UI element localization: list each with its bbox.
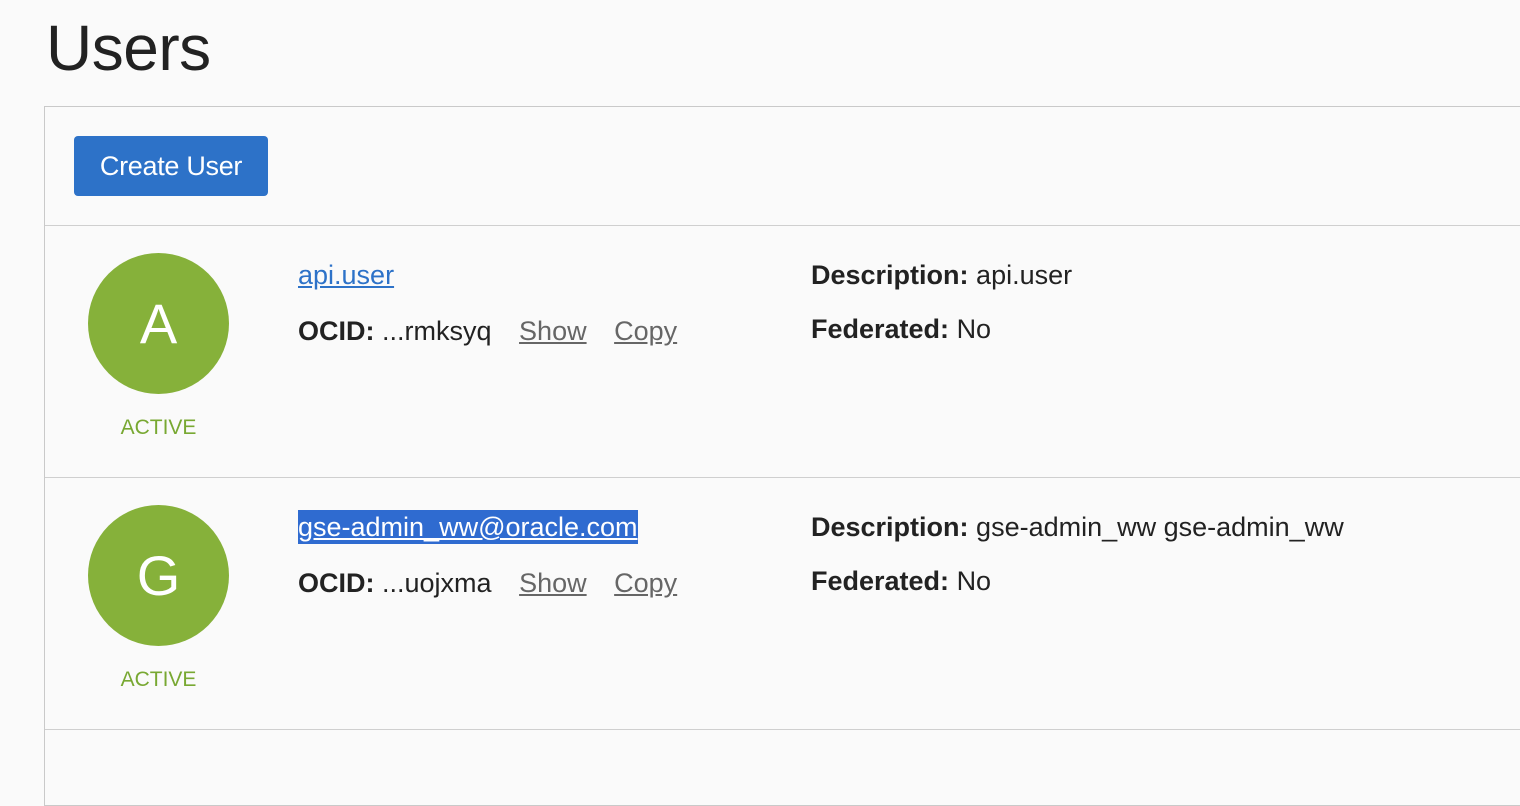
user-row: G ACTIVE gse-admin_ww@oracle.com OCID: .… [45, 478, 1520, 730]
avatar: G [88, 505, 229, 646]
status-badge: ACTIVE [120, 416, 197, 439]
page-title: Users [46, 12, 211, 84]
user-name-link[interactable]: api.user [298, 258, 394, 292]
ocid-label: OCID: [298, 316, 375, 346]
create-user-button[interactable]: Create User [74, 136, 268, 196]
ocid-label: OCID: [298, 568, 375, 598]
federated-value: No [956, 314, 992, 344]
description-value: api.user [976, 260, 1073, 290]
user-name-link[interactable]: gse-admin_ww@oracle.com [298, 510, 638, 544]
description-line: Description: api.user [811, 258, 1072, 292]
ocid-value: ...uojxma [382, 568, 492, 598]
federated-line: Federated: No [811, 564, 991, 598]
federated-value: No [956, 566, 992, 596]
federated-label: Federated: [811, 314, 950, 344]
ocid-line: OCID: ...uojxma Show Copy [298, 566, 677, 600]
show-ocid-link[interactable]: Show [519, 568, 587, 598]
user-row: A ACTIVE api.user OCID: ...rmksyq Show C… [45, 226, 1520, 478]
description-value: gse-admin_ww gse-admin_ww [976, 512, 1344, 542]
federated-label: Federated: [811, 566, 950, 596]
show-ocid-link[interactable]: Show [519, 316, 587, 346]
users-panel: Create User A ACTIVE api.user OCID: ...r… [44, 106, 1520, 806]
copy-ocid-link[interactable]: Copy [614, 568, 677, 598]
toolbar: Create User [45, 107, 1520, 226]
description-label: Description: [811, 260, 969, 290]
ocid-value: ...rmksyq [382, 316, 492, 346]
description-line: Description: gse-admin_ww gse-admin_ww [811, 510, 1344, 544]
status-badge: ACTIVE [120, 668, 197, 691]
description-label: Description: [811, 512, 969, 542]
avatar: A [88, 253, 229, 394]
ocid-line: OCID: ...rmksyq Show Copy [298, 314, 677, 348]
copy-ocid-link[interactable]: Copy [614, 316, 677, 346]
federated-line: Federated: No [811, 312, 991, 346]
